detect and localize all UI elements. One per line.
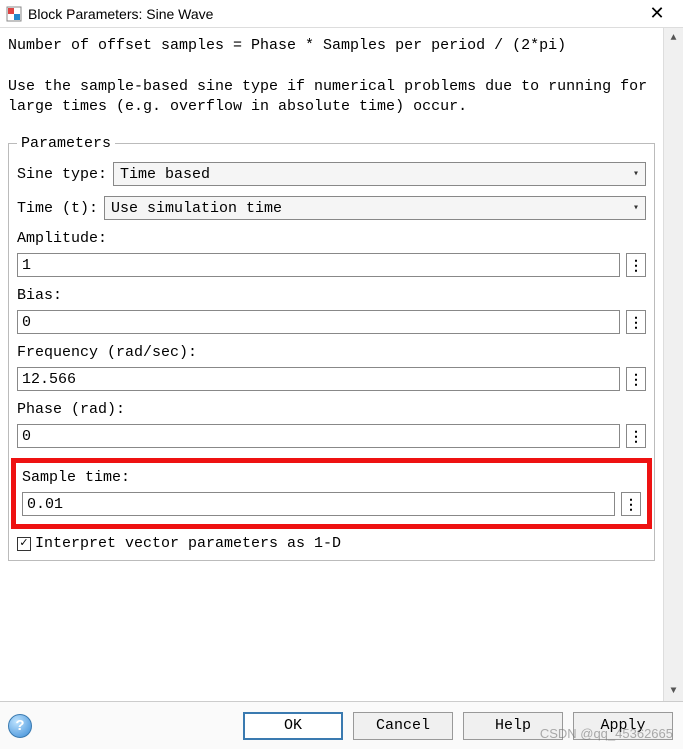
bias-block: Bias: ⋮ [17,287,646,334]
chevron-down-icon: ▾ [633,168,639,180]
time-label: Time (t): [17,200,98,217]
description-line1: Number of offset samples = Phase * Sampl… [8,36,655,56]
sine-type-row: Sine type: Time based ▾ [17,162,646,186]
more-options-button[interactable]: ⋮ [626,253,646,277]
help-icon[interactable]: ? [8,714,32,738]
app-icon [6,6,22,22]
sine-type-value: Time based [120,166,210,183]
phase-block: Phase (rad): ⋮ [17,401,646,448]
more-options-button[interactable]: ⋮ [626,424,646,448]
sample-time-label: Sample time: [22,469,641,486]
more-options-button[interactable]: ⋮ [626,367,646,391]
frequency-input[interactable] [17,367,620,391]
frequency-label: Frequency (rad/sec): [17,344,646,361]
content-wrap: Number of offset samples = Phase * Sampl… [0,28,683,701]
interpret-1d-label: Interpret vector parameters as 1-D [35,535,341,552]
bias-input[interactable] [17,310,620,334]
footer: ? OK Cancel Help Apply [0,701,683,749]
frequency-block: Frequency (rad/sec): ⋮ [17,344,646,391]
interpret-1d-checkbox[interactable]: ✓ [17,537,31,551]
description-line2: Use the sample-based sine type if numeri… [8,77,655,118]
phase-label: Phase (rad): [17,401,646,418]
phase-input[interactable] [17,424,620,448]
close-icon[interactable]: ✕ [637,3,677,24]
description: Number of offset samples = Phase * Sampl… [8,36,655,117]
chevron-down-icon: ▾ [633,202,639,214]
sample-time-highlight: Sample time: ⋮ [11,458,652,529]
amplitude-block: Amplitude: ⋮ [17,230,646,277]
cancel-button[interactable]: Cancel [353,712,453,740]
sine-type-label: Sine type: [17,166,107,183]
more-options-button[interactable]: ⋮ [626,310,646,334]
time-row: Time (t): Use simulation time ▾ [17,196,646,220]
scroll-down-arrow[interactable]: ▼ [664,681,683,701]
help-button[interactable]: Help [463,712,563,740]
parameters-legend: Parameters [17,135,115,152]
sine-type-dropdown[interactable]: Time based ▾ [113,162,646,186]
bias-label: Bias: [17,287,646,304]
sample-time-block: Sample time: ⋮ [22,469,641,516]
window-title: Block Parameters: Sine Wave [28,6,637,22]
titlebar: Block Parameters: Sine Wave ✕ [0,0,683,28]
ok-button[interactable]: OK [243,712,343,740]
parameters-fieldset: Parameters Sine type: Time based ▾ Time … [8,135,655,561]
amplitude-label: Amplitude: [17,230,646,247]
time-value: Use simulation time [111,200,282,217]
interpret-1d-row[interactable]: ✓ Interpret vector parameters as 1-D [17,535,646,552]
vertical-scrollbar[interactable]: ▲ ▼ [663,28,683,701]
scroll-up-arrow[interactable]: ▲ [664,28,683,48]
more-options-button[interactable]: ⋮ [621,492,641,516]
time-dropdown[interactable]: Use simulation time ▾ [104,196,646,220]
amplitude-input[interactable] [17,253,620,277]
scroll-area: Number of offset samples = Phase * Sampl… [0,28,663,701]
apply-button[interactable]: Apply [573,712,673,740]
sample-time-input[interactable] [22,492,615,516]
